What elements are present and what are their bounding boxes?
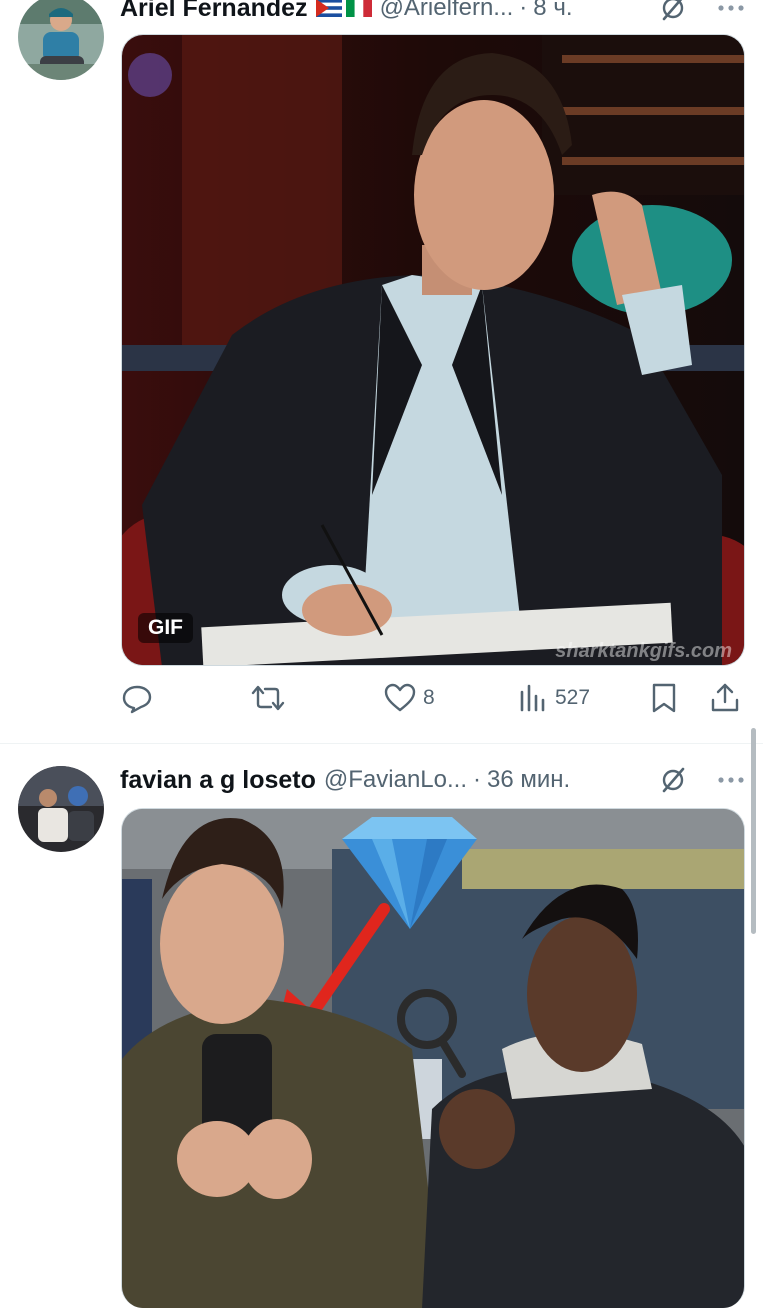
reply-icon bbox=[122, 685, 152, 714]
avatar[interactable] bbox=[18, 0, 104, 80]
tweet-actions: 8 527 bbox=[121, 678, 745, 718]
separator: · bbox=[473, 766, 481, 793]
more-icon[interactable] bbox=[717, 776, 745, 784]
tweet-gif[interactable]: GIF sharktankgifs.com bbox=[121, 34, 745, 666]
timestamp[interactable]: 36 мин. bbox=[487, 766, 570, 794]
grok-icon[interactable] bbox=[659, 0, 687, 22]
flag-icons bbox=[315, 0, 372, 17]
like-button[interactable]: 8 bbox=[383, 678, 435, 718]
cuba-flag-icon bbox=[315, 0, 342, 17]
tweet[interactable]: Ariel Fernandez @Arielfern... · 8 ч. GIF… bbox=[0, 0, 763, 742]
tweet-image[interactable] bbox=[121, 808, 745, 1308]
more-icon[interactable] bbox=[717, 4, 745, 12]
italy-flag-icon bbox=[345, 0, 372, 17]
grok-icon[interactable] bbox=[659, 766, 687, 794]
tweet-header: Ariel Fernandez @Arielfern... · 8 ч. bbox=[120, 0, 745, 28]
views-button[interactable]: 527 bbox=[517, 678, 590, 718]
share-icon bbox=[711, 683, 739, 712]
avatar[interactable] bbox=[18, 766, 104, 852]
gif-badge: GIF bbox=[138, 613, 193, 643]
author-handle[interactable]: @Arielfern... bbox=[380, 0, 514, 22]
reply-button[interactable] bbox=[121, 678, 159, 718]
like-count: 8 bbox=[423, 686, 435, 709]
retweet-icon bbox=[251, 685, 285, 711]
share-button[interactable] bbox=[709, 678, 741, 718]
tweet[interactable]: favian a g loseto @FavianLo... · 36 мин. bbox=[0, 744, 763, 1308]
author-handle[interactable]: @FavianLo... bbox=[324, 766, 467, 794]
timestamp[interactable]: 8 ч. bbox=[533, 0, 572, 22]
views-count: 527 bbox=[555, 686, 591, 709]
tweet-header: favian a g loseto @FavianLo... · 36 мин. bbox=[120, 760, 745, 800]
author-name[interactable]: Ariel Fernandez bbox=[120, 0, 308, 23]
bookmark-icon bbox=[652, 683, 676, 713]
retweet-button[interactable] bbox=[251, 678, 291, 718]
like-icon bbox=[384, 683, 416, 712]
bookmark-button[interactable] bbox=[649, 678, 679, 718]
scrollbar[interactable] bbox=[751, 728, 756, 934]
author-name[interactable]: favian a g loseto bbox=[120, 766, 316, 795]
watermark: sharktankgifs.com bbox=[555, 640, 732, 662]
separator: · bbox=[519, 0, 528, 21]
views-icon bbox=[520, 684, 545, 712]
